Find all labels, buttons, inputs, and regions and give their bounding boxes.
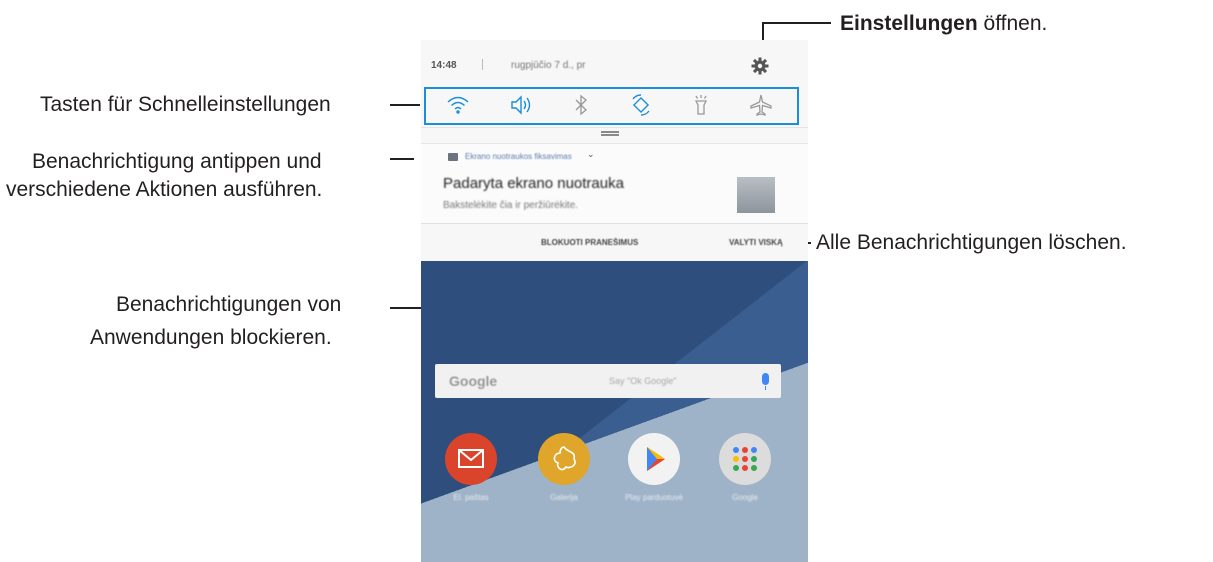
leader-line-notification	[390, 158, 414, 160]
notification-panel: 14:48 rugpjūčio 7 d., pr Ekrano nuotrauk…	[421, 40, 808, 261]
settings-gear-icon[interactable]	[751, 57, 769, 75]
notification-text: Bakstelėkite čia ir peržiūrėkite.	[443, 200, 579, 211]
app-label-google: Google	[732, 493, 758, 502]
app-label-email: El. paštas	[453, 493, 489, 502]
quick-settings-highlight	[424, 87, 799, 125]
play-store-app-icon[interactable]	[628, 433, 680, 485]
screenshot-thumbnail	[737, 177, 775, 213]
home-screen: Google Say "Ok Google" El. paštas Galeri…	[421, 260, 808, 562]
callout-settings-rest: öffnen.	[977, 12, 1048, 35]
microphone-icon[interactable]	[762, 373, 769, 385]
callout-settings: Einstellungen öffnen.	[840, 9, 1047, 39]
image-icon	[448, 153, 458, 161]
leader-line-quick-settings	[390, 104, 420, 106]
notification-app-name: Ekrano nuotraukos fiksavimas	[465, 152, 572, 161]
phone-screen: Google Say "Ok Google" El. paštas Galeri…	[421, 40, 808, 562]
status-bar: 14:48 rugpjūčio 7 d., pr	[421, 40, 808, 88]
callout-block-line2: Anwendungen blockieren.	[90, 326, 332, 349]
google-search-bar[interactable]: Google Say "Ok Google"	[435, 364, 781, 398]
status-time: 14:48	[431, 60, 457, 71]
leader-line-settings-h	[762, 22, 831, 24]
app-label-play-store: Play parduotuvė	[625, 493, 683, 502]
callout-notification-line2: verschiedene Aktionen ausführen.	[6, 178, 323, 201]
callout-block-line1: Benachrichtigungen von	[116, 293, 342, 316]
clear-all-button[interactable]: VALYTI VISKĄ	[729, 238, 783, 247]
google-logo: Google	[449, 373, 498, 389]
callout-clear-all: Alle Benachrichtigungen löschen.	[816, 231, 1127, 254]
callout-settings-bold: Einstellungen	[840, 12, 978, 35]
google-folder-icon[interactable]	[719, 433, 771, 485]
gallery-app-icon[interactable]	[538, 433, 590, 485]
callout-notification-line1: Benachrichtigung antippen und	[32, 150, 322, 173]
search-hint: Say "Ok Google"	[609, 376, 677, 386]
block-notifications-button[interactable]: BLOKUOTI PRANEŠIMUS	[541, 238, 638, 247]
notification-title: Padaryta ekrano nuotrauka	[443, 175, 624, 192]
chevron-down-icon[interactable]: ⌄	[587, 149, 595, 160]
notification-actions: BLOKUOTI PRANEŠIMUS VALYTI VISKĄ	[421, 223, 808, 261]
app-label-gallery: Galerija	[550, 493, 578, 502]
email-app-icon[interactable]	[445, 433, 497, 485]
status-date: rugpjūčio 7 d., pr	[511, 60, 586, 71]
screenshot-notification[interactable]: Ekrano nuotraukos fiksavimas ⌄ Padaryta …	[421, 143, 808, 224]
drag-handle[interactable]	[601, 131, 619, 133]
callout-quick-settings: Tasten für Schnelleinstellungen	[40, 93, 331, 116]
